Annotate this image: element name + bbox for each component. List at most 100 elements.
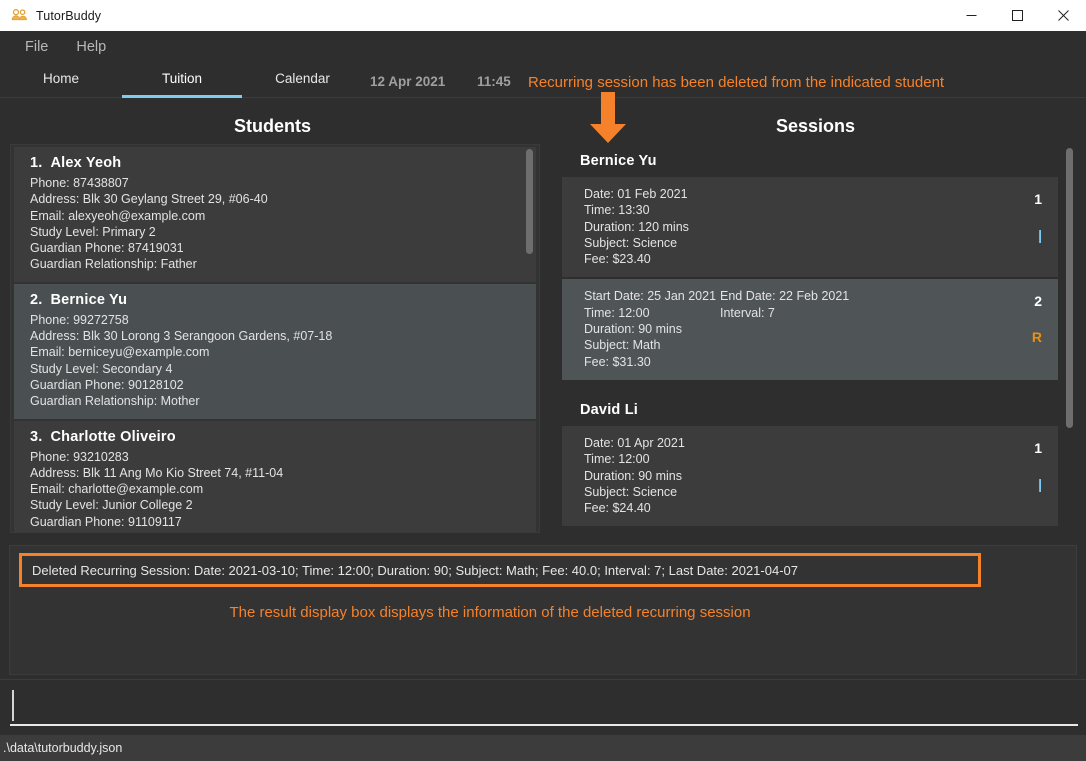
session-subject: Subject: Science (584, 235, 678, 250)
session-card[interactable]: Date: 01 Feb 2021 Time: 13:30 Duration: … (562, 177, 1058, 278)
session-line-time: Time: 13:30 (584, 202, 1048, 218)
student-guardian-phone: Guardian Phone: 87419031 (30, 241, 184, 256)
student-phone: Phone: 93210283 (30, 449, 129, 464)
student-name-row: 1. Alex Yeoh (30, 155, 526, 171)
result-text: Deleted Recurring Session: Date: 2021-03… (32, 562, 798, 578)
student-name: Charlotte Oliveiro (50, 428, 176, 445)
session-duration: Duration: 120 mins (584, 219, 689, 234)
student-email: Email: berniceyu@example.com (30, 345, 210, 360)
student-card[interactable]: 3. Charlotte Oliveiro Phone: 93210283 Add… (14, 420, 536, 532)
menu-bar: File Help (0, 31, 1086, 62)
session-line-duration: Duration: 90 mins (584, 468, 1048, 484)
students-list[interactable]: 1. Alex Yeoh Phone: 87438807 Address: Blk… (10, 144, 540, 533)
tab-calendar[interactable]: Calendar (242, 62, 363, 98)
session-card[interactable]: Date: 01 Apr 2021 Time: 12:00 Duration: … (562, 425, 1058, 527)
session-date: Date: 01 Apr 2021 (584, 435, 685, 450)
session-line-date: Date: 01 Feb 2021 (584, 186, 1048, 202)
command-input[interactable] (10, 688, 1078, 726)
session-time: Time: 13:30 (584, 203, 650, 218)
session-subject: Subject: Science (584, 484, 678, 499)
session-line-fee: Fee: $24.40 (584, 500, 1048, 516)
session-line-subject: Subject: Math (584, 337, 1048, 353)
student-address: Address: Blk 30 Geylang Street 29, #06-4… (30, 192, 268, 207)
menu-item-file[interactable]: File (14, 37, 59, 57)
session-duration: Duration: 90 mins (584, 322, 682, 337)
clock-date: 12 Apr 2021 (370, 74, 446, 89)
session-type-flag-recurring: R (1031, 329, 1042, 346)
session-index: 1 (1034, 439, 1042, 456)
students-panel-heading: Students (233, 116, 311, 136)
student-study-level: Study Level: Secondary 4 (30, 361, 173, 376)
student-guardian-relationship: Guardian Relationship: Father (30, 257, 197, 272)
session-line-time: Time: 12:00 (584, 451, 1048, 467)
session-card[interactable]: Start Date: 25 Jan 2021 End Date: 22 Feb… (562, 279, 1058, 380)
session-time: Time: 12:00 (584, 305, 650, 320)
window-controls (948, 0, 1086, 31)
status-bar: .\data\tutorbuddy.json (0, 735, 1086, 761)
maximize-button[interactable] (994, 0, 1040, 31)
student-guardian-phone: Guardian Phone: 91109117 (30, 514, 182, 529)
title-bar: TutorBuddy (0, 0, 1086, 32)
student-index: 1. (30, 155, 43, 171)
session-line-date: Start Date: 25 Jan 2021 End Date: 22 Feb… (584, 288, 1048, 304)
session-type-flag-single: | (1038, 227, 1042, 243)
annotation-top-text: Recurring session has been deleted from … (528, 74, 945, 91)
student-card[interactable]: 2. Bernice Yu Phone: 99272758 Address: Bl… (14, 283, 536, 419)
session-date: Date: 01 Feb 2021 (584, 187, 688, 201)
session-line-duration: Duration: 120 mins (584, 219, 1048, 235)
menu-item-help[interactable]: Help (65, 37, 117, 57)
session-group-student-name: Bernice Yu (580, 153, 657, 169)
annotation-bottom-text: The result display box displays the info… (229, 604, 751, 621)
session-fee: Fee: $31.30 (584, 354, 651, 369)
student-name-row: 2. Bernice Yu (30, 292, 526, 308)
sessions-list[interactable]: Bernice Yu Date: 01 Feb 2021 Time: 13:30… (554, 144, 1076, 533)
session-duration: Duration: 90 mins (584, 468, 682, 483)
session-type-flag-single: | (1038, 475, 1042, 492)
people-icon (11, 7, 28, 24)
student-email: Email: alexyeoh@example.com (30, 208, 206, 223)
session-fee: Fee: $24.40 (584, 501, 651, 516)
student-name-row: 3. Charlotte Oliveiro (30, 429, 526, 445)
session-line-subject: Subject: Science (584, 235, 1048, 251)
session-line-date: Date: 01 Apr 2021 (584, 435, 1048, 451)
clock-time: 11:45 (477, 74, 511, 89)
result-display-box: Deleted Recurring Session: Date: 2021-03… (19, 553, 981, 587)
student-phone: Phone: 87438807 (30, 176, 129, 190)
session-group-student-name: David Li (580, 401, 638, 418)
student-address: Address: Blk 11 Ang Mo Kio Street 74, #1… (30, 465, 284, 480)
annotation-down-arrow-icon (588, 92, 628, 144)
student-email: Email: charlotte@example.com (30, 482, 204, 497)
session-line-subject: Subject: Science (584, 484, 1048, 500)
student-name: Alex Yeoh (50, 155, 122, 171)
session-end-date: End Date: 22 Feb 2021 (720, 289, 850, 304)
student-name: Bernice Yu (50, 291, 128, 308)
student-address: Address: Blk 30 Lorong 3 Serangoon Garde… (30, 329, 333, 344)
session-line-fee: Fee: $23.40 (584, 251, 1048, 267)
student-guardian-relationship: Guardian Relationship: Mother (30, 394, 200, 409)
text-caret (12, 690, 14, 721)
session-interval: Interval: 7 (720, 305, 775, 320)
student-study-level: Study Level: Primary 2 (30, 224, 156, 239)
session-line-duration: Duration: 90 mins (584, 321, 1048, 337)
sessions-scrollbar-thumb[interactable] (1066, 148, 1073, 428)
session-index: 1 (1034, 191, 1042, 207)
student-guardian-phone: Guardian Phone: 90128102 (30, 377, 184, 392)
close-button[interactable] (1040, 0, 1086, 31)
minimize-button[interactable] (948, 0, 994, 31)
student-card[interactable]: 1. Alex Yeoh Phone: 87438807 Address: Blk… (14, 147, 536, 282)
command-input-area (0, 679, 1086, 736)
app-window: TutorBuddy File Help Home Tuition Calend… (0, 0, 1086, 761)
status-file-path: .\data\tutorbuddy.json (3, 741, 123, 755)
student-study-level: Study Level: Junior College 2 (30, 498, 193, 513)
session-time: Time: 12:00 (584, 452, 650, 467)
student-index: 2. (30, 291, 43, 308)
student-index: 3. (30, 428, 43, 445)
tab-tuition[interactable]: Tuition (122, 62, 242, 98)
students-scrollbar-thumb[interactable] (526, 149, 533, 254)
session-index: 2 (1034, 293, 1042, 310)
window-title: TutorBuddy (36, 8, 102, 23)
session-line-time: Time: 12:00 Interval: 7 (584, 305, 1048, 321)
tab-home[interactable]: Home (0, 62, 122, 98)
session-subject: Subject: Math (584, 338, 661, 353)
session-start-date: Start Date: 25 Jan 2021 (584, 289, 717, 304)
